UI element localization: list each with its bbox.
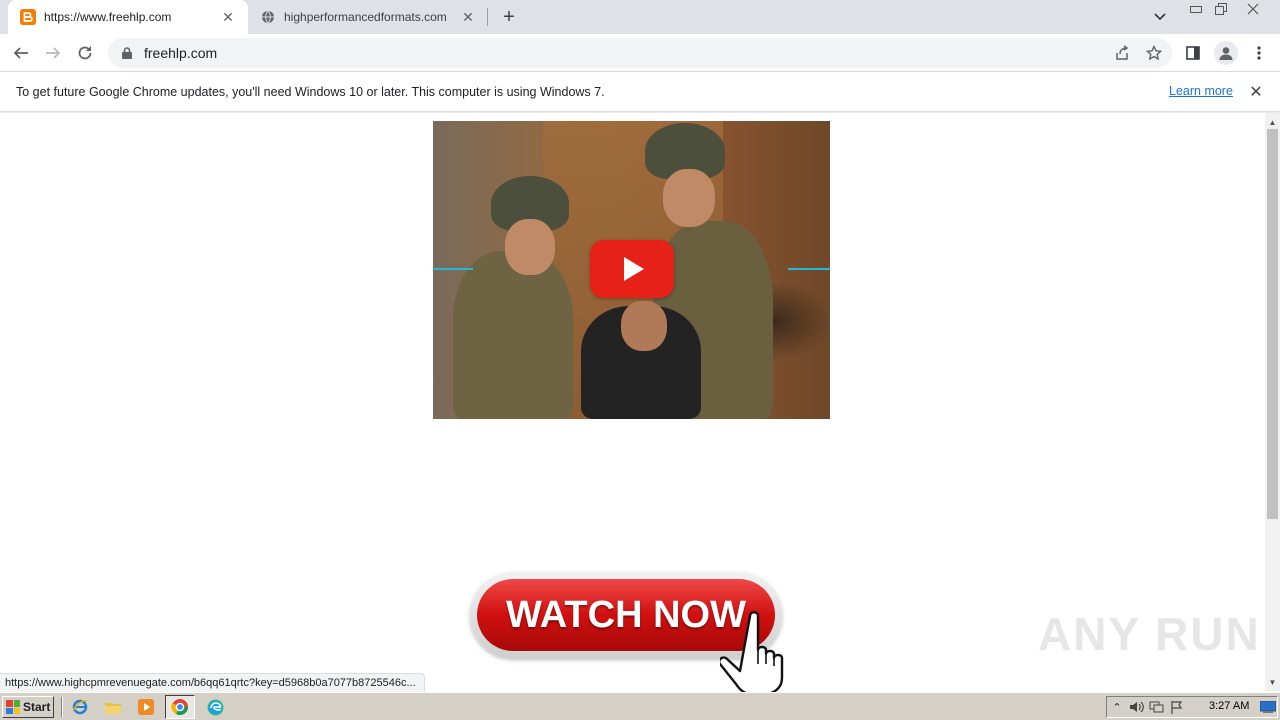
show-desktop-icon[interactable] [1259,698,1277,716]
close-window-icon[interactable] [1240,0,1266,18]
media-player-icon[interactable] [137,698,155,716]
internet-explorer-icon[interactable] [71,698,89,716]
edge-icon[interactable] [206,698,224,716]
scroll-down-icon[interactable]: ▼ [1265,675,1280,689]
close-tab-icon[interactable]: ✕ [220,9,236,25]
video-face-right [663,169,715,227]
youtube-play-icon[interactable] [590,240,674,298]
video-face-center [621,301,667,351]
video-thumbnail[interactable] [433,121,830,419]
taskbar-clock: 3:27 AM [1209,700,1250,712]
tab-title: https://www.freehlp.com [44,10,172,24]
volume-icon[interactable] [1127,699,1147,715]
action-center-flag-icon[interactable] [1167,699,1187,715]
show-hidden-icons-icon[interactable]: ⌃ [1107,699,1127,715]
video-figure-left [453,251,573,419]
page-content: WATCH NOW ANY RUN [0,113,1265,694]
start-label: Start [23,700,51,714]
scroll-thumb[interactable] [1267,129,1278,519]
video-line-right [788,268,830,270]
bookmark-star-icon[interactable] [1142,41,1166,65]
minimize-icon[interactable] [1183,0,1209,18]
video-face-left [505,219,555,275]
tab-freehlp[interactable]: https://www.freehlp.com ✕ [8,0,248,34]
back-icon[interactable] [6,38,36,68]
taskbar-separator [61,697,63,717]
lock-icon[interactable] [120,47,134,59]
chrome-taskbar-icon[interactable] [165,695,195,719]
reload-icon[interactable] [70,38,100,68]
tab-highperformance[interactable]: highperformancedformats.com ✕ [248,0,488,34]
anyrun-watermark: ANY RUN [1038,608,1261,660]
close-infobar-icon[interactable]: ✕ [1247,83,1265,101]
close-tab-icon[interactable]: ✕ [460,9,476,25]
profile-avatar-icon[interactable] [1214,41,1238,65]
tab-separator [487,8,488,26]
restore-icon[interactable] [1208,0,1234,18]
system-tray: ⌃ 3:27 AM [1106,696,1278,718]
learn-more-link[interactable]: Learn more [1169,84,1233,98]
tab-search-chevron-icon[interactable] [1150,8,1170,26]
pointing-hand-icon [720,611,784,694]
address-text: freehlp.com [144,45,218,61]
tab-strip: https://www.freehlp.com ✕ highperformanc… [0,0,1280,34]
network-icon[interactable] [1147,699,1167,715]
windows-taskbar: Start ⌃ 3:27 AM [0,692,1280,720]
vertical-scrollbar[interactable]: ▲ ▼ [1265,113,1280,691]
side-panel-icon[interactable] [1178,38,1208,68]
new-tab-button[interactable]: + [498,6,520,28]
globe-icon [260,9,276,25]
status-url-bubble: https://www.highcpmrevenuegate.com/b6qq6… [0,673,425,692]
watch-now-label: WATCH NOW [506,593,746,636]
address-bar[interactable]: freehlp.com [108,38,1172,68]
forward-icon[interactable] [38,38,68,68]
video-line-left [433,268,473,270]
infobar-message: To get future Google Chrome updates, you… [16,84,605,99]
blogger-icon [20,9,36,25]
file-explorer-icon[interactable] [104,698,122,716]
browser-toolbar: freehlp.com [0,34,1280,72]
scroll-up-icon[interactable]: ▲ [1265,115,1280,129]
windows-logo-icon [6,700,20,714]
update-infobar: To get future Google Chrome updates, you… [0,72,1280,112]
start-button[interactable]: Start [2,696,54,718]
menu-kebab-icon[interactable] [1244,38,1274,68]
tab-title: highperformancedformats.com [284,10,447,24]
share-icon[interactable] [1110,41,1134,65]
